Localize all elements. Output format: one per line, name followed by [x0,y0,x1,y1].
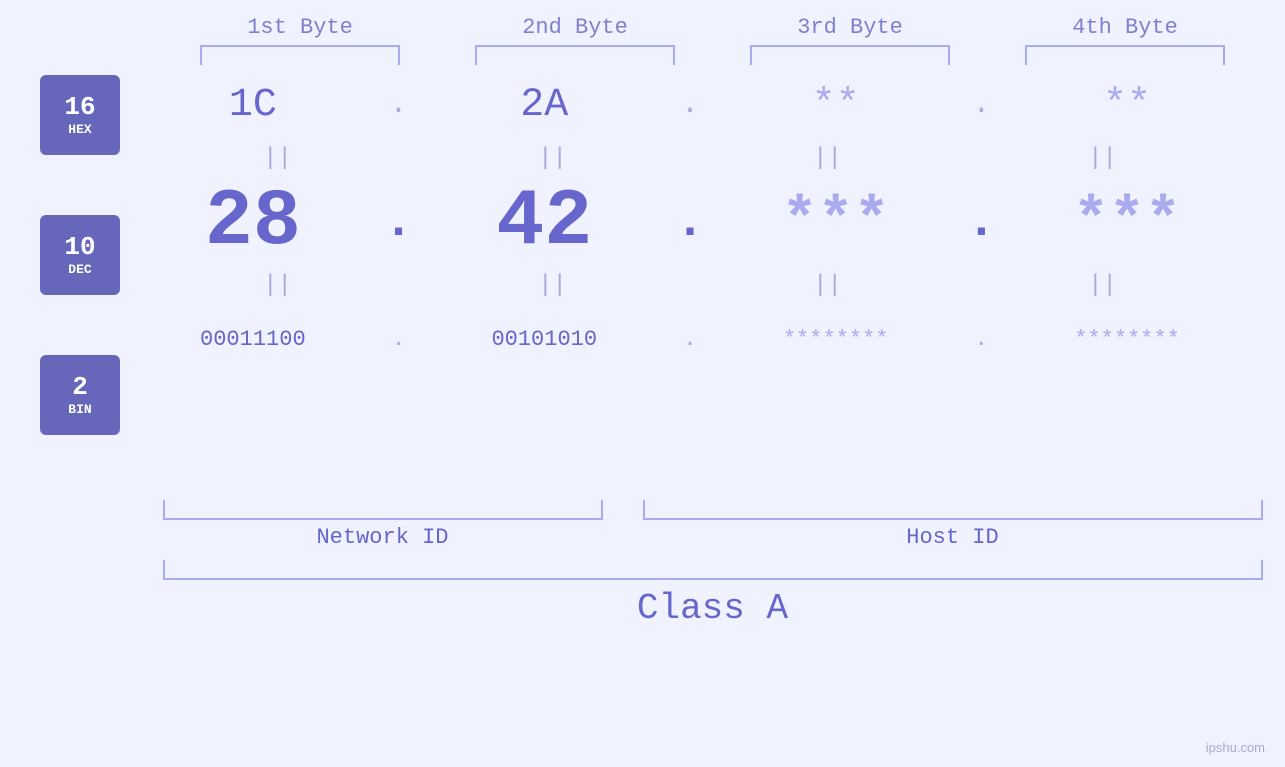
eq-7: || [708,272,948,299]
host-bracket [643,500,1263,520]
dot-hex-1: . [379,88,419,122]
byte-header-1: 1st Byte [190,15,410,40]
top-brackets [163,45,1263,65]
content-rows: 16 HEX 10 DEC 2 BIN 1C . 2A [0,65,1285,495]
values-column: 1C . 2A . ** . ** || || || || [140,65,1280,495]
class-label: Class A [163,588,1263,629]
watermark: ipshu.com [1206,740,1265,755]
byte-header-3: 3rd Byte [740,15,960,40]
dot-dec-2: . [670,194,710,251]
dot-bin-3: . [961,327,1001,352]
bin-val-4: ******** [1027,327,1227,352]
hex-badge-number: 16 [64,93,95,122]
eq-3: || [708,145,948,172]
hex-row: 1C . 2A . ** . ** [140,65,1240,145]
network-id-label: Network ID [163,525,603,550]
byte-headers: 1st Byte 2nd Byte 3rd Byte 4th Byte [163,15,1263,40]
eq-4: || [983,145,1223,172]
hex-badge: 16 HEX [40,75,120,155]
bracket-top-4 [1025,45,1225,65]
eq-1: || [158,145,398,172]
hex-badge-label: HEX [68,122,91,137]
dec-val-1: 28 [153,177,353,268]
dot-hex-3: . [961,88,1001,122]
bin-row: 00011100 . 00101010 . ******** . *******… [140,299,1240,379]
hex-val-2: 2A [444,83,644,128]
long-bracket-row [163,560,1263,580]
main-container: 1st Byte 2nd Byte 3rd Byte 4th Byte 16 H… [0,0,1285,767]
dec-row: 28 . 42 . *** . *** [140,172,1240,272]
dot-hex-2: . [670,88,710,122]
byte-header-2: 2nd Byte [465,15,685,40]
dec-val-4: *** [1027,188,1227,256]
bin-val-2: 00101010 [444,327,644,352]
dec-badge-label: DEC [68,262,91,277]
eq-5: || [158,272,398,299]
eq-8: || [983,272,1223,299]
eq-6: || [433,272,673,299]
dot-bin-2: . [670,327,710,352]
bin-val-1: 00011100 [153,327,353,352]
hex-val-3: ** [736,83,936,128]
dot-dec-3: . [961,194,1001,251]
bin-val-3: ******** [736,327,936,352]
eq-2: || [433,145,673,172]
equals-row-1: || || || || [140,145,1240,172]
dot-dec-1: . [379,194,419,251]
bracket-top-2 [475,45,675,65]
bottom-section: Network ID Host ID Class A [163,500,1263,629]
dec-badge-number: 10 [64,233,95,262]
bottom-brackets [163,500,1263,520]
bin-badge: 2 BIN [40,355,120,435]
host-id-label: Host ID [643,525,1263,550]
bin-badge-label: BIN [68,402,91,417]
dec-val-3: *** [736,188,936,256]
bracket-top-3 [750,45,950,65]
equals-row-2: || || || || [140,272,1240,299]
hex-val-4: ** [1027,83,1227,128]
byte-header-4: 4th Byte [1015,15,1235,40]
long-bracket [163,560,1263,580]
dot-bin-1: . [379,327,419,352]
bin-badge-number: 2 [72,373,88,402]
bracket-top-1 [200,45,400,65]
network-bracket [163,500,603,520]
dec-badge: 10 DEC [40,215,120,295]
badges-column: 16 HEX 10 DEC 2 BIN [0,65,140,495]
dec-val-2: 42 [444,177,644,268]
hex-val-1: 1C [153,83,353,128]
labels-row: Network ID Host ID [163,525,1263,550]
